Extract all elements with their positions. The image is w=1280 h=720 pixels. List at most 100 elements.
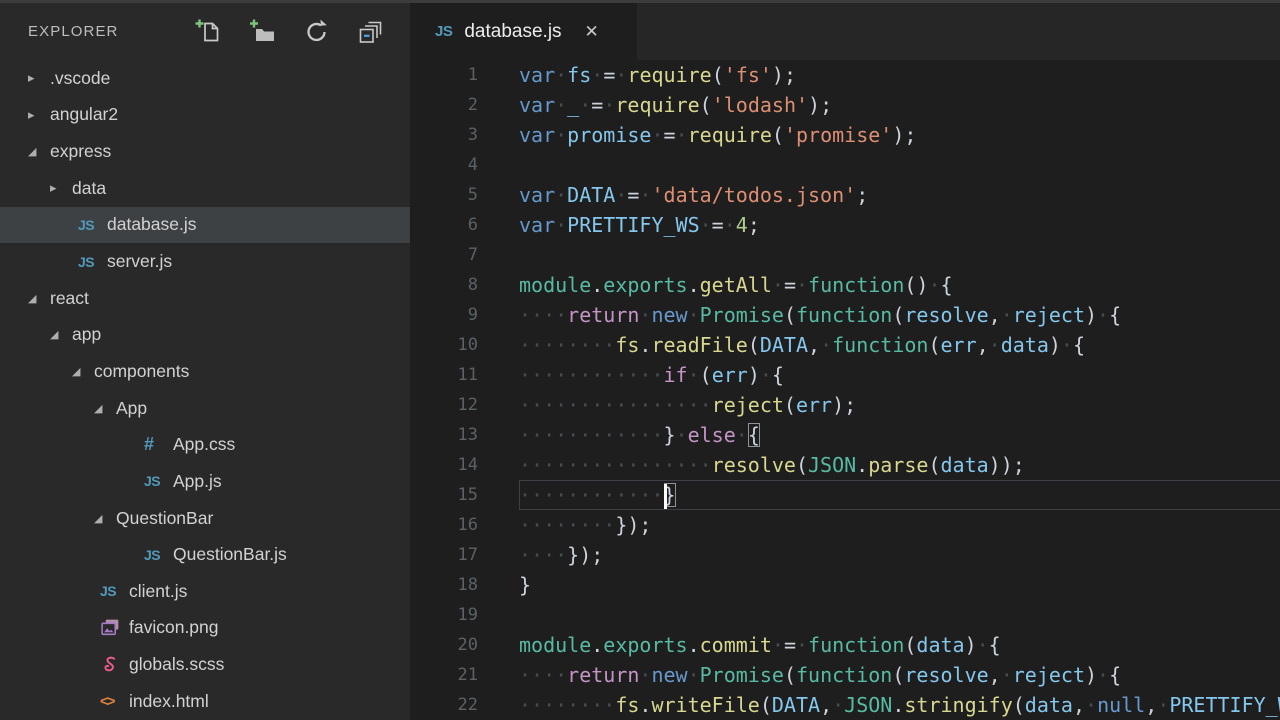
- line-number: 22: [410, 690, 478, 720]
- tree-item-label: favicon.png: [129, 617, 219, 638]
- line-number: 2: [410, 90, 478, 120]
- tree-item-app-js[interactable]: JSApp.js: [0, 463, 410, 500]
- sass-file-icon: [100, 654, 129, 675]
- line-content: ········});: [519, 510, 1280, 540]
- code-line-4[interactable]: 4: [410, 150, 1280, 180]
- tree-item-questionbar-js[interactable]: JSQuestionBar.js: [0, 536, 410, 573]
- chevron-expanded-icon: ◢: [28, 292, 50, 305]
- tree-item-app[interactable]: ◢App: [0, 390, 410, 427]
- line-content: [519, 150, 1280, 180]
- tree-item-label: App.css: [173, 434, 235, 455]
- line-number: 6: [410, 210, 478, 240]
- refresh-icon: [302, 17, 332, 47]
- line-content: ················reject(err);: [519, 390, 1280, 420]
- tree-item-data[interactable]: ▸data: [0, 170, 410, 207]
- chevron-expanded-icon: ◢: [50, 328, 72, 341]
- file-tree: ▸.vscode▸angular2◢express▸dataJSdatabase…: [0, 60, 410, 720]
- tree-item-questionbar[interactable]: ◢QuestionBar: [0, 500, 410, 537]
- sass-icon: [100, 654, 121, 675]
- line-content: module.exports.getAll·=·function()·{: [519, 270, 1280, 300]
- code-line-10[interactable]: 10········fs.readFile(DATA,·function(err…: [410, 330, 1280, 360]
- tree-item-server-js[interactable]: JSserver.js: [0, 243, 410, 280]
- line-number: 16: [410, 510, 478, 540]
- code-line-9[interactable]: 9····return·new·Promise(function(resolve…: [410, 300, 1280, 330]
- chevron-expanded-icon: ◢: [72, 365, 94, 378]
- line-number: 9: [410, 300, 478, 330]
- tree-item-app[interactable]: ◢app: [0, 316, 410, 353]
- tree-item-react[interactable]: ◢react: [0, 280, 410, 317]
- tree-item-components[interactable]: ◢components: [0, 353, 410, 390]
- code-line-14[interactable]: 14················resolve(JSON.parse(dat…: [410, 450, 1280, 480]
- explorer-header: EXPLORER: [0, 3, 410, 60]
- tree-item-label: App.js: [173, 471, 222, 492]
- line-number: 12: [410, 390, 478, 420]
- js-file-icon: JS: [78, 217, 107, 233]
- code-line-8[interactable]: 8module.exports.getAll·=·function()·{: [410, 270, 1280, 300]
- code-line-19[interactable]: 19: [410, 600, 1280, 630]
- line-number: 11: [410, 360, 478, 390]
- tree-item-label: app: [72, 324, 101, 345]
- line-number: 14: [410, 450, 478, 480]
- code-line-21[interactable]: 21····return·new·Promise(function(resolv…: [410, 660, 1280, 690]
- tree-item-angular2[interactable]: ▸angular2: [0, 97, 410, 134]
- code-line-1[interactable]: 1 var·fs·=·require('fs');: [410, 60, 1280, 90]
- tree-item-index-html[interactable]: <>index.html: [0, 683, 410, 720]
- line-content: [519, 240, 1280, 270]
- js-file-icon: JS: [144, 473, 173, 489]
- line-number: 7: [410, 240, 478, 270]
- line-content: ········fs.readFile(DATA,·function(err,·…: [519, 330, 1280, 360]
- tab-database-js[interactable]: JS database.js ✕: [410, 3, 637, 60]
- code-line-7[interactable]: 7: [410, 240, 1280, 270]
- line-content: ········fs.writeFile(DATA,·JSON.stringif…: [519, 690, 1280, 720]
- js-file-icon: JS: [144, 547, 173, 563]
- line-content: [519, 600, 1280, 630]
- tab-close-icon[interactable]: ✕: [585, 22, 599, 42]
- code-line-13[interactable]: 13············}·else·{: [410, 420, 1280, 450]
- tree-item-express[interactable]: ◢express: [0, 133, 410, 170]
- tree-item-label: index.html: [129, 691, 209, 712]
- line-content: ············if·(err)·{: [519, 360, 1280, 390]
- code-line-3[interactable]: 3var·promise·=·require('promise');: [410, 120, 1280, 150]
- line-content: var·fs·=·require('fs');: [519, 60, 1280, 90]
- new-folder-button[interactable]: [248, 17, 278, 47]
- js-file-icon: JS: [435, 23, 452, 40]
- code-line-16[interactable]: 16 ········});: [410, 510, 1280, 540]
- code-line-18[interactable]: 18}: [410, 570, 1280, 600]
- code-line-6[interactable]: 6var·PRETTIFY_WS·=·4;: [410, 210, 1280, 240]
- code-line-2[interactable]: 2var·_·=·require('lodash');: [410, 90, 1280, 120]
- line-number: 17: [410, 540, 478, 570]
- code-line-15[interactable]: 15············}: [410, 480, 1280, 510]
- tree-item-label: client.js: [129, 581, 187, 602]
- tree-item--vscode[interactable]: ▸.vscode: [0, 60, 410, 97]
- tree-item-database-js[interactable]: JSdatabase.js: [0, 207, 410, 244]
- line-number: 15: [410, 480, 478, 510]
- code-line-20[interactable]: 20 module.exports.commit·=·function(data)…: [410, 630, 1280, 660]
- code-line-22[interactable]: 22 ········fs.writeFile(DATA,·JSON.string…: [410, 690, 1280, 720]
- css-file-icon: #: [144, 434, 173, 455]
- tree-item-app-css[interactable]: #App.css: [0, 426, 410, 463]
- code-line-17[interactable]: 17····});: [410, 540, 1280, 570]
- tree-item-favicon-png[interactable]: favicon.png: [0, 610, 410, 647]
- new-file-icon: [194, 17, 224, 47]
- html-file-icon: <>: [100, 693, 129, 710]
- tree-item-label: .vscode: [50, 68, 110, 89]
- tree-item-globals-scss[interactable]: globals.scss: [0, 646, 410, 683]
- tree-item-client-js[interactable]: JSclient.js: [0, 573, 410, 610]
- code-line-12[interactable]: 12 ················reject(err);: [410, 390, 1280, 420]
- code-editor[interactable]: 1 var·fs·=·require('fs');2var·_·=·require…: [410, 60, 1280, 720]
- code-line-5[interactable]: 5var·DATA·=·'data/todos.json';: [410, 180, 1280, 210]
- code-line-11[interactable]: 11 ············if·(err)·{: [410, 360, 1280, 390]
- line-number: 20: [410, 630, 478, 660]
- chevron-collapsed-icon: ▸: [28, 70, 50, 86]
- collapse-all-button[interactable]: [356, 17, 386, 47]
- explorer-title: EXPLORER: [28, 23, 119, 40]
- text-cursor: [664, 484, 667, 509]
- refresh-button[interactable]: [302, 17, 332, 47]
- image-icon: [100, 617, 121, 638]
- collapse-all-icon: [356, 17, 386, 47]
- new-file-button[interactable]: [194, 17, 224, 47]
- tree-item-label: angular2: [50, 104, 118, 125]
- line-content: module.exports.commit·=·function(data)·{: [519, 630, 1280, 660]
- tree-item-label: components: [94, 361, 189, 382]
- line-number: 1: [410, 60, 478, 90]
